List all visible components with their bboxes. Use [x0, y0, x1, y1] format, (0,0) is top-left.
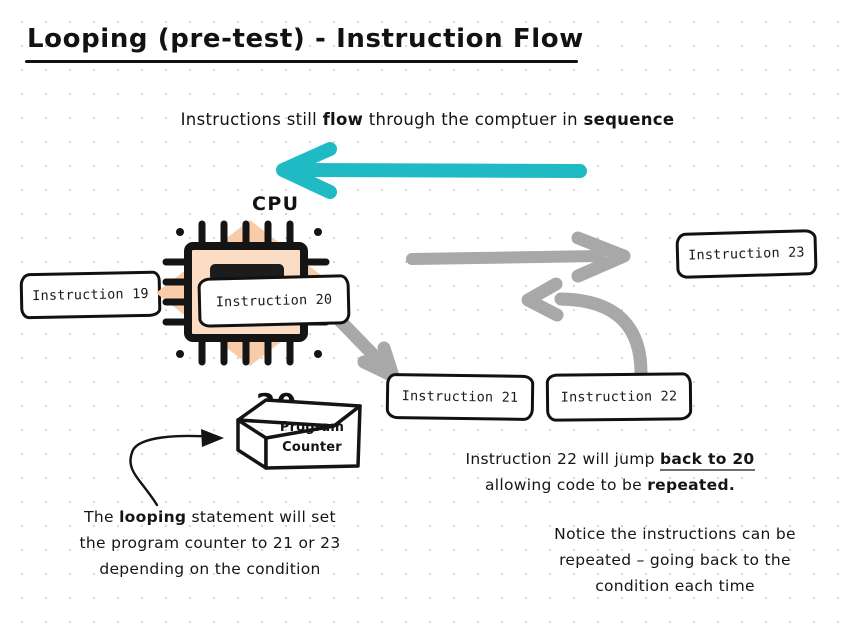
- pc-box-left-face: [236, 418, 268, 470]
- diagram-canvas: Looping (pre-test) - Instruction Flow In…: [0, 0, 855, 627]
- program-counter-label-line1: Program: [279, 420, 345, 435]
- program-counter-label: Program Counter: [268, 418, 356, 458]
- note-notice-line-3: condition each time: [595, 577, 755, 595]
- note-jump-line-1: Instruction 22 will jump back to 20: [400, 446, 820, 472]
- note-notice-line-2: repeated – going back to the: [559, 551, 791, 569]
- cpu-label: CPU: [252, 193, 300, 215]
- subtitle-part-1: Instructions still: [180, 110, 323, 129]
- note-jump-line-1-text: Instruction 22 will jump: [465, 450, 661, 468]
- flow-arrow-to-instruction-23: [406, 231, 631, 283]
- subtitle-part-2: through the comptuer in: [363, 110, 584, 129]
- instruction-box-22[interactable]: Instruction 22: [545, 372, 693, 422]
- subtitle-bold-flow: flow: [322, 110, 364, 129]
- sequence-arrow-left: [276, 142, 587, 199]
- instruction-box-21[interactable]: Instruction 21: [385, 372, 535, 422]
- title-underline: [25, 60, 578, 63]
- program-counter-pointer-arrow: [129, 429, 224, 507]
- note-jump-line-2: allowing code to be repeated.: [400, 472, 820, 498]
- note-program-counter: The looping statement will set the progr…: [10, 504, 410, 582]
- instruction-box-23[interactable]: Instruction 23: [675, 229, 818, 279]
- note-pc-line-3: depending on the condition: [99, 560, 321, 578]
- subtitle-text: Instructions still flow through the comp…: [0, 110, 855, 129]
- note-jump-back: Instruction 22 will jump back to 20 allo…: [400, 446, 820, 498]
- note-jump-line-2-text: allowing code to be: [484, 476, 648, 494]
- page-title: Looping (pre-test) - Instruction Flow: [27, 24, 584, 54]
- instruction-box-19[interactable]: Instruction 19: [19, 270, 162, 320]
- note-jump-underline: back to 20: [660, 450, 755, 471]
- note-pc-line-2: the program counter to 21 or 23: [79, 534, 341, 552]
- note-pc-line-1: The looping statement will set: [10, 504, 410, 530]
- program-counter-label-line2: Counter: [282, 440, 342, 455]
- note-jump-bold-repeated: repeated.: [647, 476, 736, 494]
- jump-back-curved-arrow: [521, 277, 648, 380]
- note-pc-line-1-b: statement will set: [186, 508, 336, 526]
- instruction-box-20[interactable]: Instruction 20: [197, 274, 351, 328]
- note-notice: Notice the instructions can be repeated …: [505, 521, 845, 599]
- subtitle-bold-sequence: sequence: [583, 110, 675, 129]
- note-pc-line-1-a: The: [84, 508, 120, 526]
- note-pc-bold-looping: looping: [119, 508, 187, 526]
- note-notice-line-1: Notice the instructions can be: [554, 525, 796, 543]
